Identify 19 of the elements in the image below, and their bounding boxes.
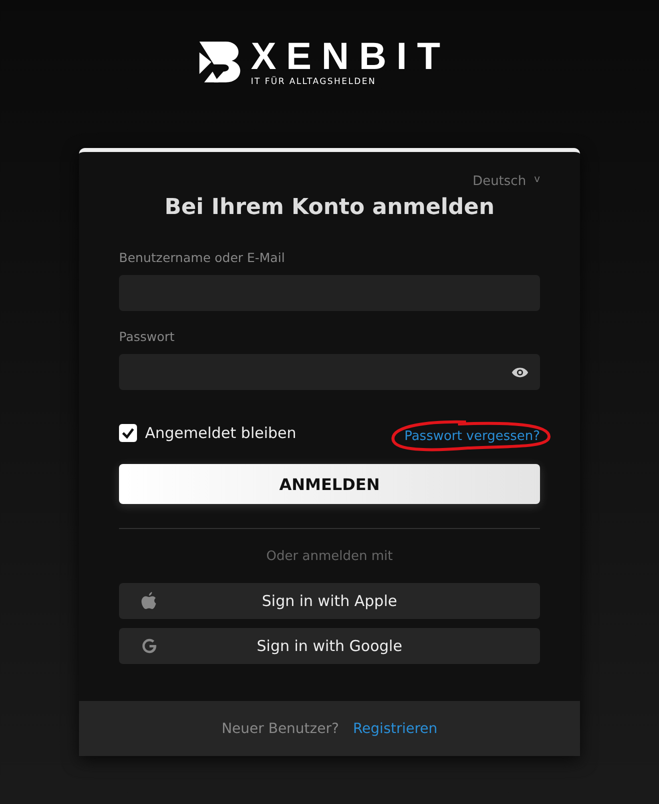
password-field[interactable] [119,354,540,390]
apple-icon [141,592,157,610]
social-login-button[interactable]: Sign in with Apple [119,583,540,619]
login-button[interactable]: ANMELDEN [119,464,540,504]
language-dropdown[interactable]: Deutsch v [472,174,540,189]
field-label: Benutzername oder E-Mail [119,250,286,265]
register-link[interactable]: Registrieren [352,720,438,736]
forgot-password-link[interactable]: Passwort vergessen? [404,429,540,444]
new-user-text: Neuer Benutzer? [222,720,339,736]
social-login-button[interactable]: Sign in with Google [119,628,540,664]
eye-icon[interactable] [511,366,529,378]
social-heading: Oder anmelden mit [266,549,393,564]
remember-checkbox[interactable] [119,424,137,442]
login-title: Bei Ihrem Konto anmelden [163,195,496,220]
logo-tagline: IT FÜR ALLTAGSHELDEN [250,76,377,86]
logo-name: XENBIT [250,38,450,76]
google-icon [141,638,158,654]
remember-label: Angemeldet bleiben [145,424,296,442]
field-label: Passwort [119,329,176,344]
